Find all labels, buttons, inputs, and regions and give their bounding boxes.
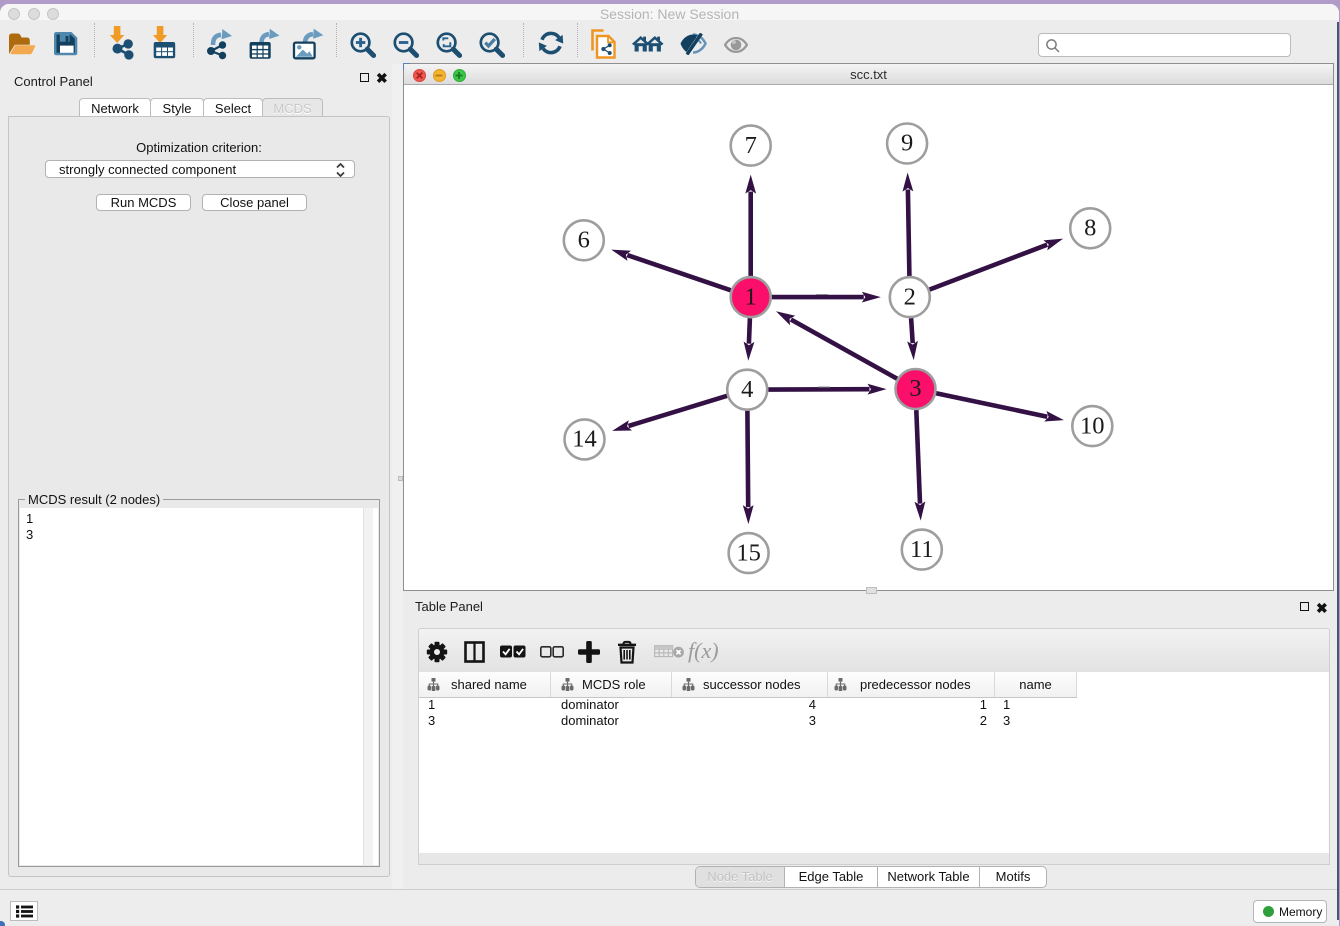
- svg-text:14: 14: [572, 426, 597, 453]
- svg-text:10: 10: [1080, 412, 1105, 439]
- svg-text:2: 2: [904, 283, 916, 310]
- svg-text:15: 15: [736, 539, 761, 566]
- svg-text:7: 7: [745, 132, 757, 159]
- svg-text:11: 11: [910, 536, 934, 563]
- svg-text:3: 3: [909, 375, 921, 402]
- svg-text:8: 8: [1084, 215, 1096, 242]
- svg-text:1: 1: [745, 283, 757, 310]
- svg-text:9: 9: [901, 130, 913, 157]
- svg-text:6: 6: [578, 227, 590, 254]
- svg-text:4: 4: [741, 376, 753, 403]
